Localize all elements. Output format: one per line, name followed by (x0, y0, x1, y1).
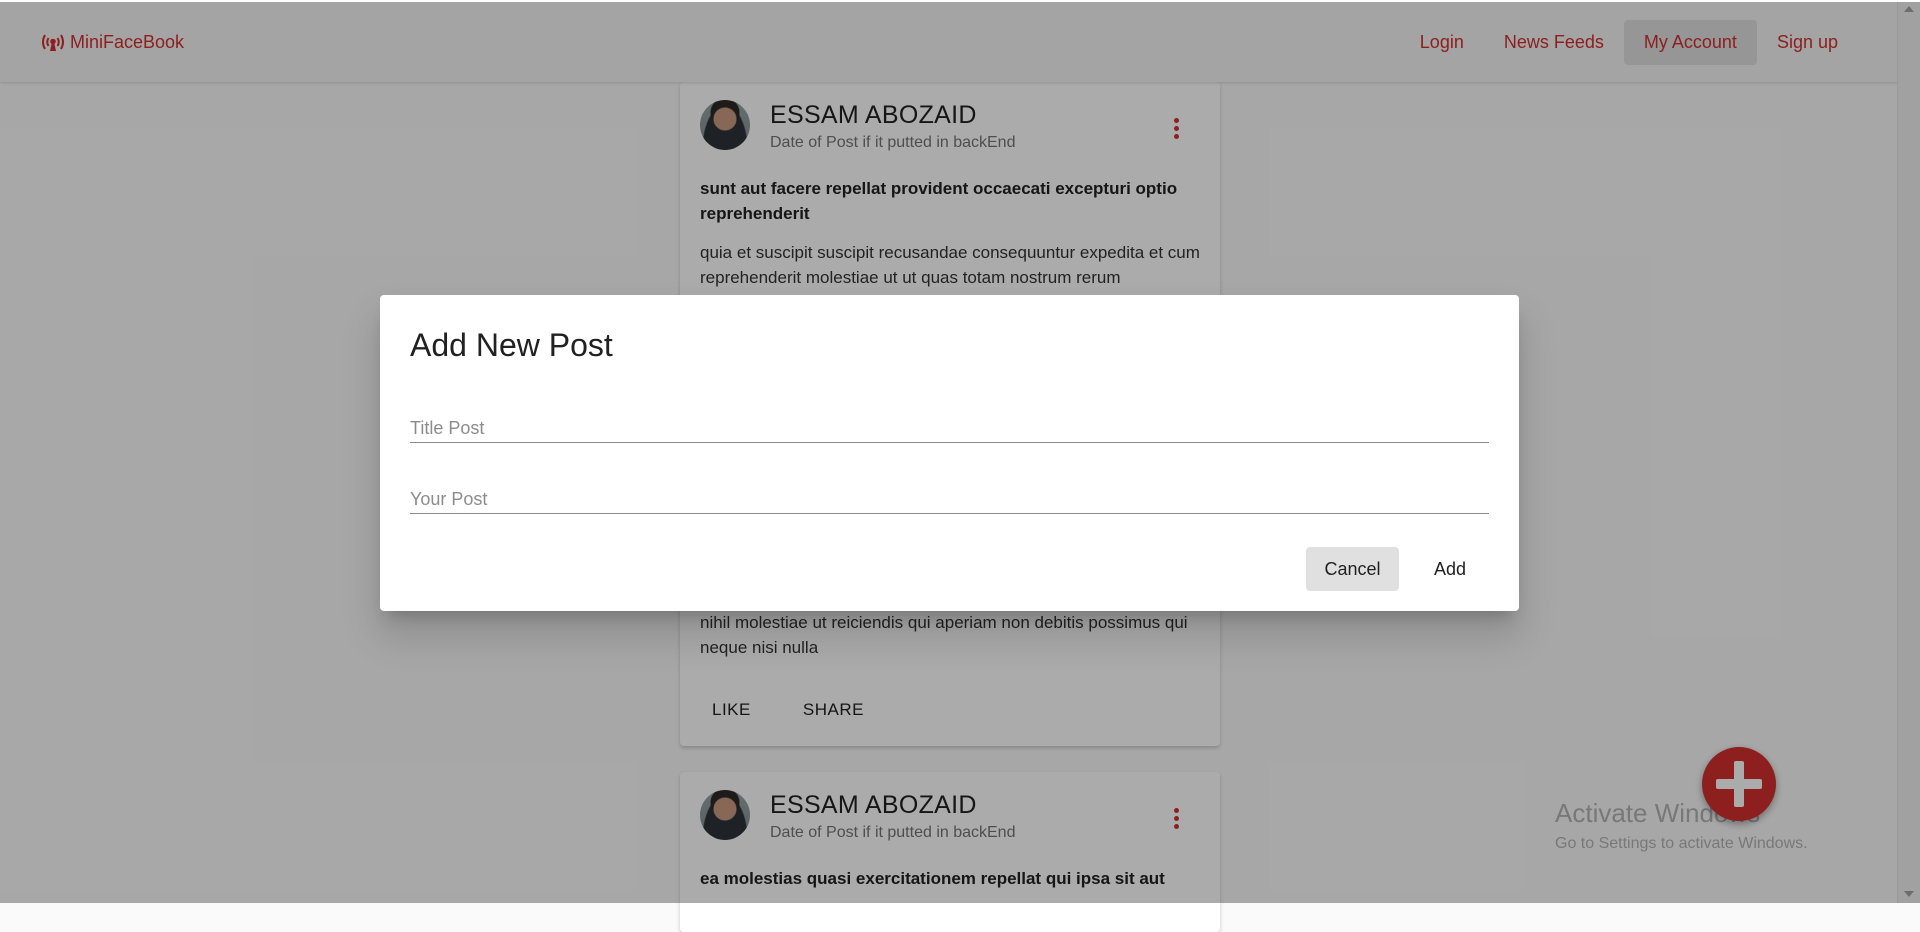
add-post-dialog: Add New Post Cancel Add (380, 295, 1519, 611)
title-post-input[interactable] (410, 402, 1489, 442)
cancel-button[interactable]: Cancel (1306, 547, 1399, 591)
your-post-field (410, 473, 1489, 514)
title-post-field (410, 402, 1489, 443)
dialog-title: Add New Post (410, 327, 613, 363)
your-post-input[interactable] (410, 473, 1489, 513)
add-button[interactable]: Add (1410, 547, 1490, 591)
